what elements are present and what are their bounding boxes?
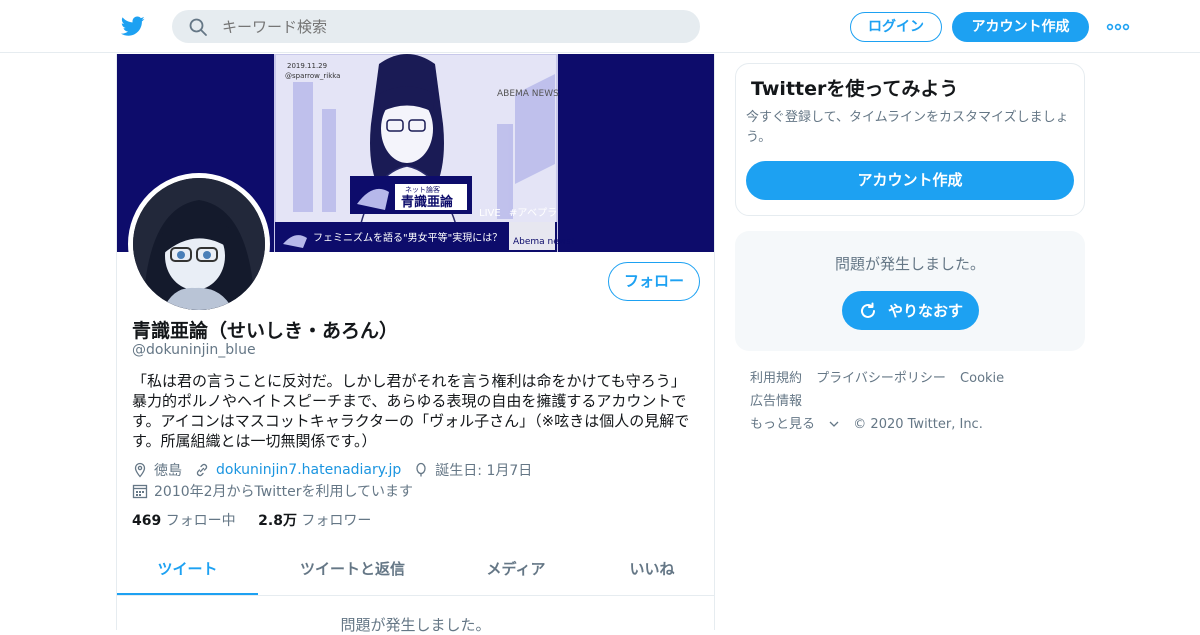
website-item[interactable]: dokuninjin7.hatenadiary.jp [194, 462, 401, 478]
link-icon [196, 463, 208, 477]
signup-card-button[interactable]: アカウント作成 [746, 161, 1074, 200]
svg-text:ネット論客: ネット論客 [405, 185, 440, 194]
website-link[interactable]: dokuninjin7.hatenadiary.jp [216, 462, 401, 478]
twitter-bird-icon[interactable] [120, 14, 146, 38]
more-options-icon[interactable] [1106, 17, 1130, 37]
profile-handle: @dokuninjin_blue [132, 342, 256, 358]
location-pin-icon [134, 462, 146, 478]
footer-link-privacy[interactable]: プライバシーポリシー [816, 371, 946, 386]
timeline-error: 問題が発生しました。 [340, 616, 491, 634]
retry-label: やりなおす [887, 302, 963, 320]
balloon-icon [416, 462, 426, 477]
sidebar-error-text: 問題が発生しました。 [834, 255, 985, 273]
followers-count: 2.8万 [258, 513, 297, 529]
joined-item: 2010年2月からTwitterを利用しています [132, 481, 413, 501]
profile-column: 2019.11.29 @sparrow_rikka ABEMA NEWS ネット… [116, 54, 715, 634]
chevron-down-icon [829, 421, 839, 427]
tab-likes[interactable]: いいね [607, 544, 697, 595]
search-box[interactable] [172, 10, 700, 43]
location-text: 徳島 [154, 463, 182, 479]
footer-link-ads[interactable]: 広告情報 [750, 394, 802, 409]
svg-text:ABEMA NEWS: ABEMA NEWS [497, 89, 559, 99]
profile-stats: 469 フォロー中 2.8万 フォロワー [132, 510, 389, 530]
svg-text:フェミニズムを語る"男女平等"実現には？: フェミニズムを語る"男女平等"実現には？ [313, 231, 502, 244]
footer-link-more[interactable]: もっと見る [750, 417, 839, 432]
birthday-item: 誕生日: 1月7日 [413, 460, 532, 480]
followers-label: フォロワー [301, 513, 372, 529]
profile-tabs: ツイート ツイートと返信 メディア いいね [117, 544, 714, 596]
footer-more-label: もっと見る [750, 417, 816, 432]
follow-button[interactable]: フォロー [608, 262, 700, 301]
svg-text:@sparrow_rikka: @sparrow_rikka [285, 72, 340, 80]
sidebar-error-box: 問題が発生しました。 やりなおす [735, 231, 1085, 351]
retry-button[interactable]: やりなおす [842, 291, 979, 330]
profile-avatar[interactable] [128, 173, 270, 315]
following-stat[interactable]: 469 フォロー中 [132, 513, 236, 529]
tab-tweets-and-replies[interactable]: ツイートと返信 [285, 544, 420, 595]
svg-text:#アベプラ: #アベプラ [509, 207, 557, 219]
footer-link-terms[interactable]: 利用規約 [750, 371, 802, 386]
calendar-icon [132, 484, 148, 499]
followers-stat[interactable]: 2.8万 フォロワー [258, 513, 371, 529]
top-bar: ログイン アカウント作成 [0, 0, 1200, 53]
refresh-icon [861, 302, 875, 318]
profile-joined-row: 2010年2月からTwitterを利用しています [132, 481, 425, 501]
footer-copyright: © 2020 Twitter, Inc. [853, 417, 983, 432]
svg-text:Abema news!: Abema news! [513, 237, 574, 247]
birthday-text: 誕生日: 1月7日 [435, 463, 533, 479]
signup-card-title: Twitterを使ってみよう [751, 78, 959, 100]
svg-text:2019.11.29: 2019.11.29 [287, 62, 327, 70]
footer-link-cookie[interactable]: Cookie [960, 371, 1004, 386]
login-button[interactable]: ログイン [850, 12, 942, 42]
location-item: 徳島 [132, 460, 182, 480]
svg-text:LIVE: LIVE [479, 208, 501, 219]
following-label: フォロー中 [165, 513, 236, 529]
signup-card-text: 今すぐ登録して、タイムラインをカスタマイズしましょう。 [746, 110, 1069, 145]
signup-card: Twitterを使ってみよう 今すぐ登録して、タイムラインをカスタマイズしましょ… [735, 63, 1085, 216]
following-count: 469 [132, 513, 162, 529]
profile-name: 青識亜論（せいしき・あろん） [132, 320, 399, 342]
footer-links: 利用規約 プライバシーポリシー Cookie 広告情報 もっと見る © 2020… [750, 367, 1080, 436]
joined-text: 2010年2月からTwitterを利用しています [154, 484, 414, 500]
profile-meta-row: 徳島 dokuninjin7.hatenadiary.jp 誕生日: 1月7日 [132, 460, 544, 480]
profile-bio: 「私は君の言うことに反対だ。しかし君がそれを言う権利は命をかけても守ろう」暴力的… [132, 372, 690, 450]
search-input[interactable] [222, 10, 682, 43]
tab-media[interactable]: メディア [465, 544, 567, 595]
tab-tweets[interactable]: ツイート [117, 544, 258, 595]
signup-button[interactable]: アカウント作成 [952, 12, 1089, 42]
search-icon [189, 18, 207, 36]
svg-text:青識亜論: 青識亜論 [401, 194, 454, 210]
